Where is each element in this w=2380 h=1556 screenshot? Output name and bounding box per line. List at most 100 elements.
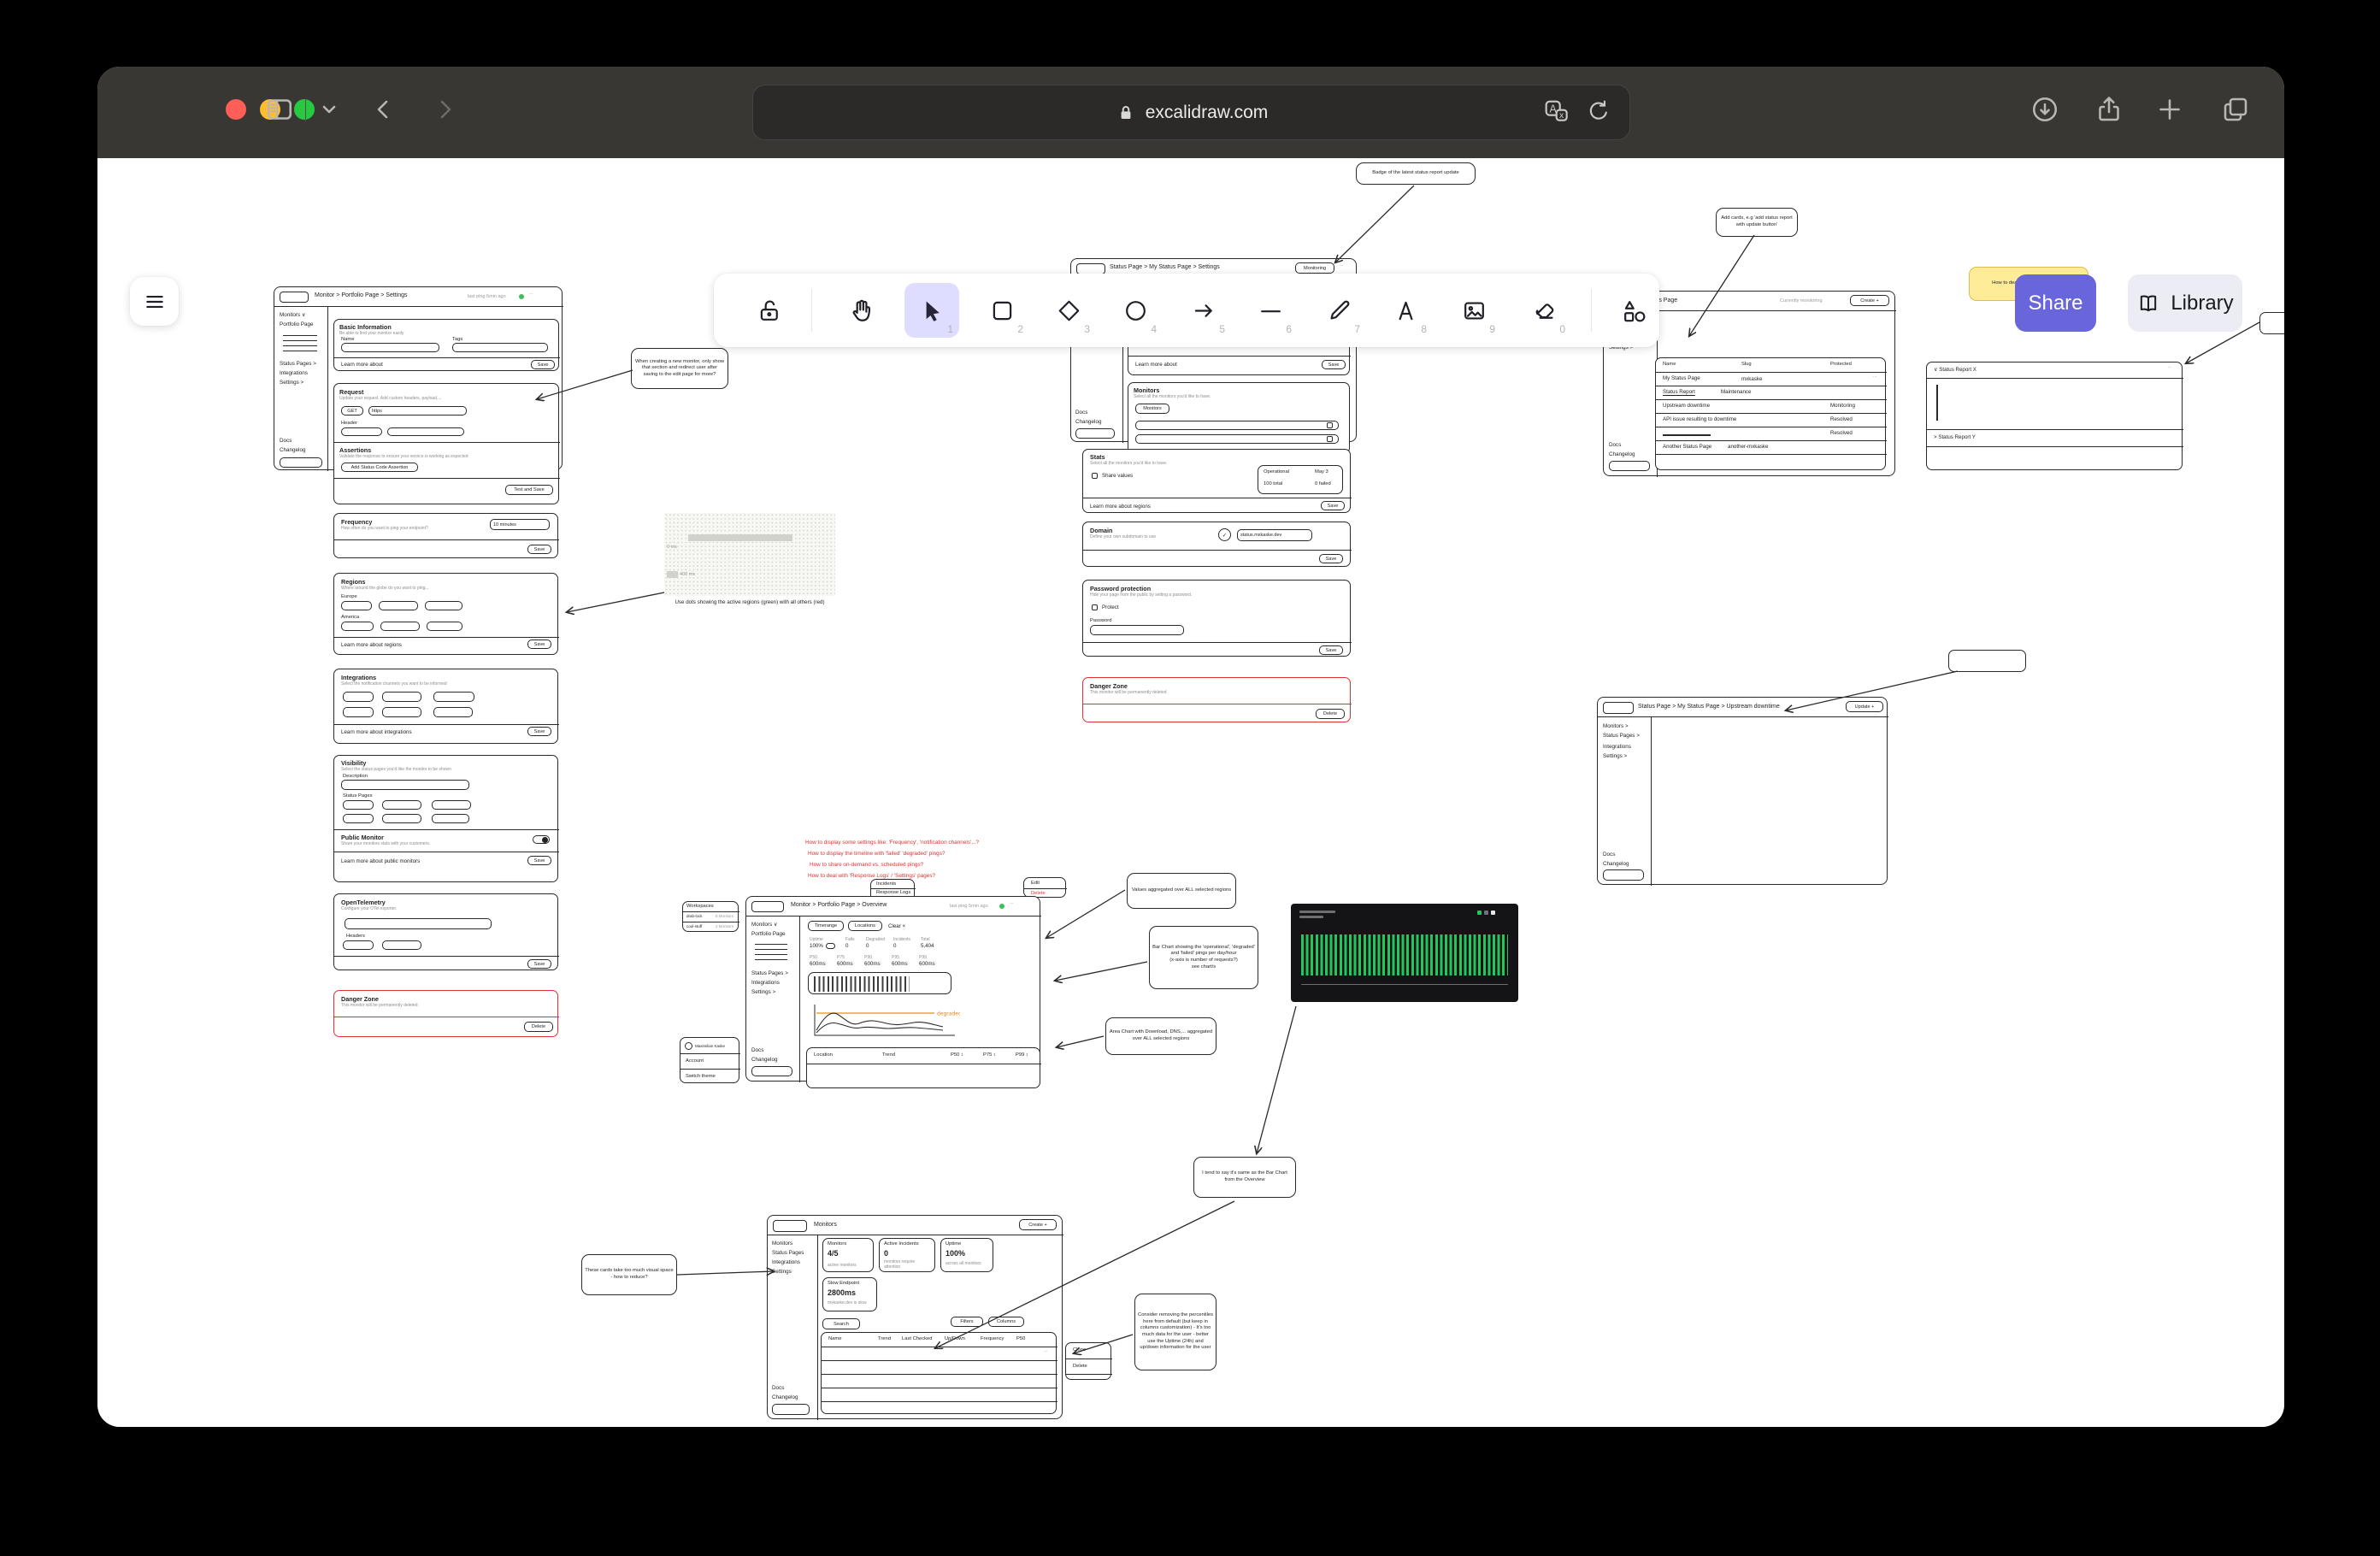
tool-selection-button[interactable]: 1	[904, 283, 959, 338]
sticky-cards-space[interactable]: These cards take too much visual space -…	[581, 1254, 677, 1295]
wire-in	[379, 601, 418, 610]
image-dark-chart[interactable]	[1291, 904, 1518, 1002]
wf-monitor-settings[interactable]: Monitor > Portfolio Page > Settingslast …	[274, 286, 563, 470]
tool-line-button[interactable]: 6	[1243, 283, 1298, 338]
sticky-values-aggregated[interactable]: Values aggregated over ALL selected regi…	[1127, 873, 1236, 909]
wire-lb: Switch theme	[686, 1074, 716, 1079]
tool-rectangle-button[interactable]: 2	[975, 283, 1029, 338]
tool-eraser-button[interactable]: 0	[1517, 283, 1571, 338]
whiteboard-canvas[interactable]: To move canvas, hold mouse wheel or spac…	[97, 158, 2284, 1427]
box-clipped-right[interactable]	[2259, 312, 2284, 334]
tool-diamond-button[interactable]: 3	[1041, 283, 1096, 338]
share-page-icon[interactable]	[2092, 92, 2126, 127]
wire-si: Changelog	[280, 447, 305, 453]
wire-si: Settings >	[1603, 753, 1627, 759]
card-regions[interactable]: RegionsWhere around the globe do you wan…	[333, 573, 558, 655]
tab-overview-icon[interactable]	[2218, 92, 2253, 127]
sidebar-toggle-icon[interactable]	[262, 92, 297, 127]
world-map[interactable]: 0 ms400 ms	[664, 513, 835, 596]
back-button[interactable]	[367, 92, 401, 127]
sticky-same-as-bar[interactable]: I tend to say it's same as the Bar Chart…	[1193, 1157, 1296, 1198]
card-password[interactable]: Password protectionHide your page from t…	[1082, 580, 1351, 657]
tool-arrow-button[interactable]: 5	[1176, 283, 1231, 338]
wire-in	[280, 457, 322, 468]
library-button[interactable]: Library	[2128, 274, 2242, 332]
wf-status-report[interactable]: ∨ Status Report X...> Status Report Y	[1926, 362, 2183, 470]
sticky-add-cards[interactable]: Add cards, e.g 'add status report with u…	[1716, 208, 1798, 237]
forward-button[interactable]	[427, 92, 462, 127]
wire-si: Portfolio Page	[280, 321, 314, 327]
sticky-percentiles[interactable]: Consider removing the percentiles here f…	[1134, 1294, 1217, 1370]
card-visibility[interactable]: VisibilitySelect the status pages you'd …	[333, 755, 558, 882]
wire-txt: another-mxkaske	[1728, 444, 1768, 450]
wire-si: Changelog	[751, 1057, 777, 1063]
rectangle-icon	[988, 297, 1016, 325]
wire-big: 100%	[946, 1249, 965, 1258]
sticky-area-chart[interactable]: Area Chart with Download, DNS,... aggreg…	[1105, 1017, 1217, 1055]
wf-upstream-downtime[interactable]: Status Page > My Status Page > Upstream …	[1597, 697, 1888, 885]
note-red-1[interactable]: How to display some settings like: 'Freq…	[805, 840, 979, 846]
wire-hl	[680, 1053, 740, 1054]
close-window-button[interactable]	[226, 99, 246, 120]
note-red-2[interactable]: How to display the timeline with 'failed…	[808, 851, 945, 857]
reload-icon[interactable]	[1585, 97, 1612, 125]
card-opentelemetry[interactable]: OpenTelemetryConfigure your OTel exporte…	[333, 893, 558, 970]
wire-lb: Name	[828, 1336, 841, 1341]
box-empty-note[interactable]	[1948, 650, 2026, 672]
tool-lock-button[interactable]	[742, 283, 797, 338]
sticky-new-monitor[interactable]: When creating a new monitor, only show t…	[631, 348, 728, 389]
card-integrations[interactable]: IntegrationsSelect the notification chan…	[333, 669, 558, 744]
main-menu-button[interactable]	[130, 277, 179, 326]
wire-lb: Edit	[1031, 881, 1040, 886]
wire-bc: Monitors	[814, 1222, 837, 1228]
card-domain[interactable]: DomainDefine your own subdomain to use✓s…	[1082, 522, 1351, 567]
tool-shapes-button[interactable]	[1606, 283, 1661, 338]
wire-cs: Update your request. Add custom headers,…	[339, 396, 442, 401]
share-button[interactable]: Share	[2015, 274, 2096, 332]
menu-user[interactable]: Maximilian KaskeAccountSwitch theme	[680, 1037, 739, 1083]
sticky-bar-chart[interactable]: Bar Chart showing the 'operational', 'de…	[1149, 926, 1258, 989]
wire-bt: Save	[527, 856, 551, 865]
card-danger-monitor[interactable]: Danger ZoneThis monitor will be permanen…	[333, 990, 558, 1037]
wire-ct: Regions	[341, 578, 365, 586]
card-frequency[interactable]: FrequencyHow often do you want to ping y…	[333, 513, 558, 558]
downloads-icon[interactable]	[2028, 92, 2062, 127]
wire-cs: monitors require attention	[884, 1259, 932, 1270]
wire-lb: Description	[343, 774, 368, 779]
card-stats[interactable]: StatsSelect all the monitors you'd like …	[1082, 449, 1351, 513]
tool-hand-button[interactable]	[834, 283, 888, 338]
wire-cs: Configure your OTel exporter.	[341, 906, 397, 911]
line-chart: degraded	[808, 1001, 960, 1040]
wire-si: Integrations	[280, 370, 308, 376]
wire-cs: Hide your page from the public by settin…	[1090, 592, 1192, 598]
sticky-badge[interactable]: Badge of the latest status report update	[1356, 162, 1476, 185]
wire-cs: Select all the monitors you'd like to ha…	[1134, 394, 1211, 399]
wire-txt: Monitoring	[1830, 403, 1855, 409]
tool-ellipse-button[interactable]: 4	[1108, 283, 1163, 338]
tool-draw-button[interactable]: 7	[1311, 283, 1366, 338]
wire-bt: Save	[531, 360, 555, 369]
new-tab-icon[interactable]	[2153, 92, 2187, 127]
card-danger-statuspage[interactable]: Danger ZoneThis monitor will be permanen…	[1082, 677, 1351, 722]
menu-workspaces[interactable]: Workspacesdrab-lock8 Monitorscool-stuff2…	[682, 901, 739, 932]
wf-monitors-list[interactable]: MonitorsCreate +MonitorsStatus PagesInte…	[767, 1215, 1063, 1419]
wire-si: Monitors ∨	[751, 922, 778, 928]
wire-hl	[1656, 454, 1887, 455]
chevron-down-icon[interactable]	[312, 92, 346, 127]
address-bar[interactable]: excalidraw.com Ax	[752, 85, 1630, 140]
wf-monitor-overview[interactable]: Monitor > Portfolio Page > Overviewlast …	[745, 896, 1040, 1082]
wire-lb: Header	[341, 421, 357, 426]
wire-hl	[871, 888, 916, 889]
translate-icon[interactable]: Ax	[1542, 97, 1570, 125]
note-red-3[interactable]: How to share on-demand vs. scheduled pin…	[810, 862, 923, 868]
note-red-4[interactable]: How to deal with 'Response Logs' / 'Sett…	[808, 873, 935, 879]
wire-si: Docs	[1075, 410, 1087, 416]
tool-image-button[interactable]: 9	[1446, 283, 1501, 338]
wire-txt: Clear ×	[888, 923, 905, 929]
wire-lb: P50	[1016, 1336, 1025, 1341]
map-caption[interactable]: Use dots showing the active regions (gre…	[664, 599, 835, 606]
menu-edit-delete[interactable]: EditDelete	[1023, 877, 1066, 898]
tool-text-button[interactable]: 8	[1378, 283, 1433, 338]
wire-card: Slow Endpoint2800msmxkaske.dev is slow	[822, 1277, 877, 1311]
wire-lg	[1603, 702, 1634, 714]
